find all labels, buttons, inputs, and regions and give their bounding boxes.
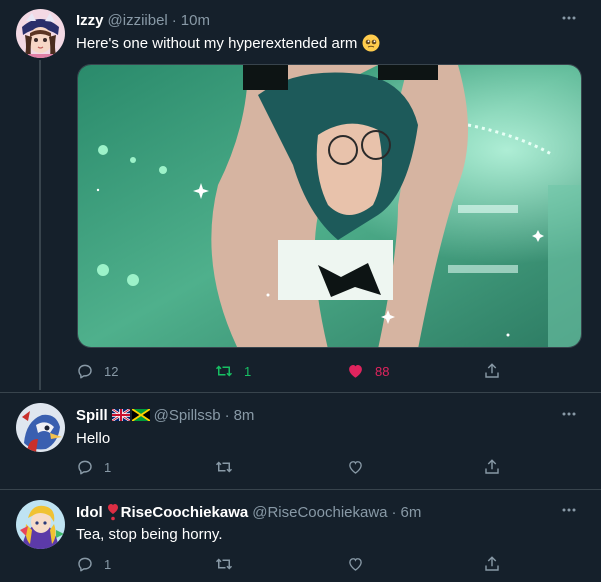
uk-flag-icon [111, 409, 130, 421]
tweet-time[interactable]: 6m [401, 504, 422, 521]
reply-button[interactable]: 1 [76, 458, 111, 476]
tweet-header: Spill @Spillssb · 8m [76, 406, 254, 424]
author-name[interactable]: Spill [76, 407, 108, 424]
retweet-icon [215, 365, 233, 377]
share-button[interactable] [483, 362, 501, 380]
retweet-count: 1 [244, 363, 252, 379]
tweet-actions: 12 1 88 [76, 362, 506, 382]
more-options-icon[interactable] [559, 407, 579, 421]
reply-count: 1 [104, 459, 112, 475]
share-button[interactable] [483, 555, 501, 573]
like-button[interactable]: 88 [346, 362, 389, 380]
tweet-text-content: Tea, stop being horny. [76, 525, 223, 543]
tweet-spill[interactable]: Spill @Spillssb · 8m Hello 1 [0, 393, 601, 490]
avatar[interactable] [16, 500, 65, 549]
tweet-header: Idol RiseCoochiekawa @RiseCoochiekawa · … [76, 503, 421, 521]
tweet-text-content: Hello [76, 429, 111, 447]
retweet-button[interactable] [214, 458, 234, 476]
tweet-text: Hello [76, 428, 110, 448]
time-separator: · [224, 406, 230, 424]
more-options-icon[interactable] [559, 11, 579, 25]
red-heart-exclamation-icon [107, 504, 118, 521]
like-button[interactable] [346, 555, 365, 573]
tweet-idol[interactable]: Idol RiseCoochiekawa @RiseCoochiekawa · … [0, 490, 601, 582]
tweet-text-content: Here's one without my hyperextended arm [76, 34, 358, 52]
share-icon [485, 556, 499, 571]
tweet-thread: Izzy @izziibel · 10m Here's one without … [0, 0, 601, 582]
time-separator: · [171, 11, 177, 29]
heart-icon [349, 558, 362, 571]
tweet-actions: 1 [76, 555, 506, 575]
time-separator: · [391, 503, 397, 521]
author-handle[interactable]: @izziibel [108, 12, 168, 29]
jamaica-flag-icon [131, 409, 150, 421]
author-handle[interactable]: @Spillssb [154, 407, 221, 424]
author-name-suffix[interactable]: RiseCoochiekawa [121, 504, 249, 521]
retweet-button[interactable] [214, 555, 234, 573]
reply-count: 12 [104, 363, 119, 379]
avatar[interactable] [16, 9, 65, 58]
tweet-izzy[interactable]: Izzy @izziibel · 10m Here's one without … [0, 0, 601, 392]
tweet-header: Izzy @izziibel · 10m [76, 11, 210, 29]
avatar[interactable] [16, 403, 65, 452]
author-name[interactable]: Izzy [76, 12, 104, 29]
tweet-time[interactable]: 10m [181, 12, 210, 29]
like-count: 88 [375, 363, 390, 379]
reply-icon [78, 460, 92, 475]
heart-filled-icon [349, 365, 362, 378]
like-button[interactable] [346, 458, 365, 476]
retweet-icon [215, 461, 233, 473]
tweet-text: Tea, stop being horny. [76, 524, 222, 544]
tweet-time[interactable]: 8m [234, 407, 255, 424]
author-name[interactable]: Idol [76, 504, 103, 521]
tweet-actions: 1 [76, 458, 506, 478]
reply-button[interactable]: 12 [76, 362, 118, 380]
tweet-photo[interactable] [77, 64, 582, 348]
reply-icon [78, 364, 92, 379]
pleading-face-emoji-icon [362, 34, 380, 52]
share-icon [485, 363, 499, 378]
tweet-text: Here's one without my hyperextended arm [76, 33, 380, 53]
more-options-icon[interactable] [559, 503, 579, 517]
reply-button[interactable]: 1 [76, 555, 111, 573]
author-handle[interactable]: @RiseCoochiekawa [252, 504, 387, 521]
reply-count: 1 [104, 556, 112, 572]
reply-icon [78, 557, 92, 572]
share-icon [485, 459, 499, 474]
retweet-button[interactable]: 1 [214, 362, 251, 380]
retweet-icon [215, 558, 233, 570]
share-button[interactable] [483, 458, 501, 476]
heart-icon [349, 461, 362, 474]
